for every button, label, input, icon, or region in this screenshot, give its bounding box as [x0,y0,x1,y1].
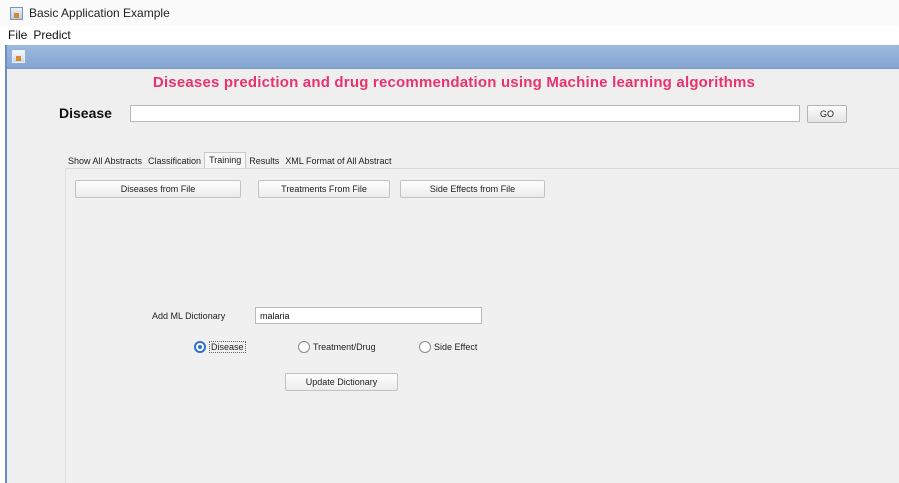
radio-side-effect[interactable]: Side Effect [419,341,477,353]
treatments-from-file-button[interactable]: Treatments From File [258,180,390,198]
training-panel: Diseases from File Treatments From File … [65,168,899,483]
java-app-icon [12,50,25,63]
radio-unselected-icon [419,341,431,353]
tab-xml-format[interactable]: XML Format of All Abstract [282,156,394,168]
window-title: Basic Application Example [29,6,170,20]
dictionary-label: Add ML Dictionary [152,311,226,321]
tab-classification[interactable]: Classification [145,156,204,168]
page-title: Diseases prediction and drug recommendat… [152,74,756,91]
java-app-icon [10,6,23,20]
disease-input[interactable] [130,105,800,122]
radio-selected-icon [194,341,206,353]
radio-disease[interactable]: Disease [194,341,246,353]
menu-file[interactable]: File [8,28,27,42]
tab-bar: Show All Abstracts Classification Traini… [65,150,394,168]
tab-results[interactable]: Results [246,156,282,168]
radio-treatment-drug-label: Treatment/Drug [313,342,376,352]
window-titlebar: Basic Application Example [0,0,899,26]
dictionary-input[interactable] [255,307,482,324]
tab-show-all-abstracts[interactable]: Show All Abstracts [65,156,145,168]
internal-frame: Diseases prediction and drug recommendat… [5,45,899,483]
update-dictionary-button[interactable]: Update Dictionary [285,373,398,391]
disease-label: Disease [59,105,112,121]
radio-unselected-icon [298,341,310,353]
side-effects-from-file-button[interactable]: Side Effects from File [400,180,545,198]
menu-predict[interactable]: Predict [33,28,70,42]
menu-bar: File Predict [0,26,899,44]
tab-training[interactable]: Training [204,152,247,168]
radio-treatment-drug[interactable]: Treatment/Drug [298,341,376,353]
go-button[interactable]: GO [807,105,847,123]
diseases-from-file-button[interactable]: Diseases from File [75,180,241,198]
internal-frame-titlebar[interactable] [7,45,899,69]
radio-side-effect-label: Side Effect [434,342,478,352]
radio-disease-label: Disease [209,341,246,353]
